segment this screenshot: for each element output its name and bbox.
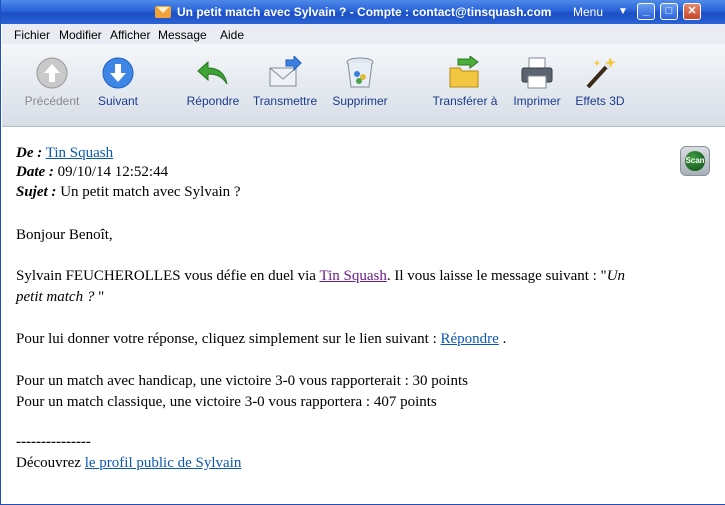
minimize-button[interactable]: _ — [637, 3, 655, 20]
subject-label: Sujet : — [16, 184, 57, 200]
menu-modifier[interactable]: Modifier — [59, 28, 102, 42]
reply-link[interactable]: Répondre — [441, 331, 499, 347]
greeting: Bonjour Benoît, — [16, 227, 113, 243]
message-body: De : Tin Squash Date : 09/10/14 12:52:44… — [2, 127, 725, 504]
paragraph-1-text-after: . Il vous laisse le message suivant : " — [386, 268, 607, 284]
paragraph-4: Découvrez le profil public de Sylvain — [16, 455, 241, 472]
trash-bin-icon — [343, 56, 377, 90]
separator: --------------- — [16, 434, 91, 450]
paragraph-1-line-2: petit match ? " — [16, 289, 104, 306]
quoted-message-start: Un — [606, 268, 626, 284]
menu-message[interactable]: Message — [158, 28, 207, 42]
chevron-down-icon[interactable]: ▼ — [618, 6, 628, 17]
scan-icon: Scan — [685, 151, 705, 171]
3d-effects-label: Effets 3D — [575, 94, 625, 108]
title-bar[interactable]: Un petit match avec Sylvain ? - Compte :… — [1, 0, 725, 24]
paragraph-2-end: . — [498, 331, 507, 347]
reply-arrow-icon — [196, 56, 230, 90]
date-value: 09/10/14 12:52:44 — [57, 164, 169, 180]
paragraph-2: Pour lui donner votre réponse, cliquez s… — [16, 331, 506, 348]
toolbar: Précédent Suivant Répondre Transmettre S… — [2, 44, 725, 127]
window-title: Un petit match avec Sylvain ? - Compte :… — [177, 5, 552, 19]
from-row: De : Tin Squash — [16, 145, 113, 162]
delete-label: Supprimer — [332, 94, 388, 108]
tin-squash-link[interactable]: Tin Squash — [319, 268, 386, 284]
next-label: Suivant — [97, 94, 139, 108]
classic-points-line: Pour un match classique, une victoire 3-… — [16, 394, 437, 410]
reply-label: Répondre — [186, 94, 240, 108]
next-arrow-icon — [101, 56, 135, 90]
move-to-folder-icon — [448, 55, 482, 90]
previous-arrow-icon — [35, 56, 69, 90]
close-button[interactable]: ✕ — [683, 3, 701, 20]
move-to-button[interactable]: Transférer à — [430, 55, 500, 108]
previous-button[interactable]: Précédent — [23, 56, 81, 108]
subject-row: Sujet : Un petit match avec Sylvain ? — [16, 184, 241, 201]
scan-button[interactable]: Scan — [680, 146, 710, 176]
forward-button[interactable]: Transmettre — [252, 54, 318, 108]
window-menu-button[interactable]: Menu — [573, 5, 603, 19]
print-button[interactable]: Imprimer — [510, 56, 564, 108]
magic-wand-icon — [583, 56, 617, 90]
paragraph-1-line-1: Sylvain FEUCHEROLLES vous défie en duel … — [16, 268, 625, 285]
date-row: Date : 09/10/14 12:52:44 — [16, 164, 168, 181]
subject-value: Un petit match avec Sylvain ? — [60, 184, 241, 200]
from-link[interactable]: Tin Squash — [46, 145, 113, 161]
printer-icon — [520, 56, 554, 90]
menu-bar: Fichier Modifier Afficher Message Aide — [2, 24, 725, 44]
menu-aide[interactable]: Aide — [220, 28, 244, 42]
paragraph-2-text: Pour lui donner votre réponse, cliquez s… — [16, 331, 441, 347]
previous-label: Précédent — [24, 94, 80, 108]
reply-button[interactable]: Répondre — [184, 56, 242, 108]
print-label: Imprimer — [513, 94, 561, 108]
forward-label: Transmettre — [252, 94, 318, 108]
next-button[interactable]: Suivant — [92, 56, 144, 108]
quoted-message-end: petit match ? — [16, 289, 99, 305]
forward-envelope-icon — [268, 54, 302, 90]
quote-close: " — [98, 289, 105, 305]
email-window: Un petit match avec Sylvain ? - Compte :… — [0, 0, 725, 505]
handicap-points-line: Pour un match avec handicap, une victoir… — [16, 373, 468, 389]
from-label: De : — [16, 145, 43, 161]
envelope-icon — [155, 6, 171, 18]
date-label: Date : — [16, 164, 54, 180]
maximize-button[interactable]: □ — [660, 3, 678, 20]
menu-afficher[interactable]: Afficher — [110, 28, 150, 42]
3d-effects-button[interactable]: Effets 3D — [573, 56, 627, 108]
paragraph-4-text: Découvrez — [16, 455, 85, 471]
move-to-label: Transférer à — [432, 94, 498, 108]
delete-button[interactable]: Supprimer — [330, 56, 390, 108]
menu-fichier[interactable]: Fichier — [14, 28, 50, 42]
public-profile-link[interactable]: le profil public de Sylvain — [85, 455, 242, 471]
paragraph-1-text: Sylvain FEUCHEROLLES vous défie en duel … — [16, 268, 320, 284]
